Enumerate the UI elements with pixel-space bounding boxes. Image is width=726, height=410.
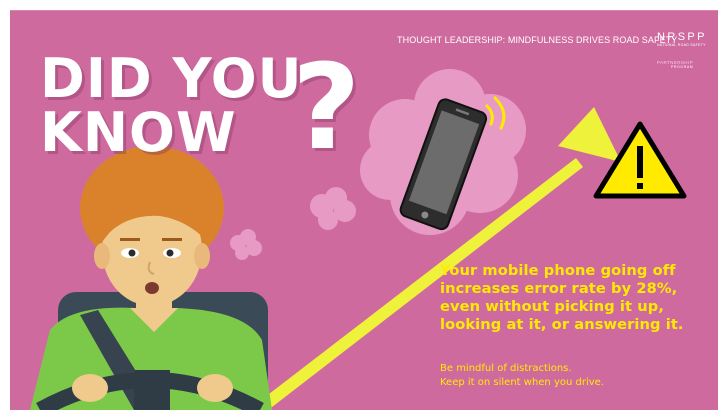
brand-program-line2: PROGRAM	[671, 65, 694, 69]
safety-tip: Be mindful of distractions. Keep it on s…	[440, 362, 604, 390]
nrspp-logo: NRSPP NATIONAL ROAD SAFETY PARTNERSHIP P…	[657, 31, 709, 70]
key-message-line: Your mobile phone going off	[440, 262, 676, 279]
key-message-line: even without picking it up,	[440, 298, 664, 315]
headline-line2: KNOW	[40, 101, 237, 164]
question-mark: ?	[292, 38, 361, 176]
brand-subtitle: NATIONAL ROAD SAFETY	[657, 43, 706, 47]
key-message-line: increases error rate by 28%,	[440, 280, 678, 297]
warning-icon	[593, 121, 687, 199]
key-message-line: looking at it, or answering it.	[440, 316, 684, 333]
headline: DID YOU KNOW	[40, 52, 302, 160]
key-message: Your mobile phone going off increases er…	[440, 262, 684, 334]
thought-cloud-medium	[310, 187, 356, 230]
driver-illustration	[30, 146, 272, 410]
thought-cloud-small	[230, 229, 262, 260]
infographic-poster: THOUGHT LEADERSHIP: MINDFULNESS DRIVES R…	[10, 10, 718, 410]
header-tagline: THOUGHT LEADERSHIP: MINDFULNESS DRIVES R…	[397, 35, 678, 45]
brand-name: NRSPP	[657, 31, 707, 43]
safety-tip-line: Be mindful of distractions.	[440, 363, 572, 374]
safety-tip-line: Keep it on silent when you drive.	[440, 377, 604, 388]
